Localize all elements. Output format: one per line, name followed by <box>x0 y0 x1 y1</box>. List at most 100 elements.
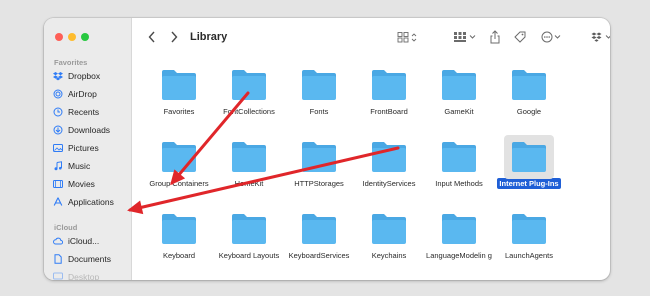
folder-icon <box>300 68 338 102</box>
airdrop-icon <box>53 89 63 99</box>
tag-button[interactable] <box>513 30 527 44</box>
folder-icon <box>370 68 408 102</box>
sidebar-item-recents[interactable]: Recents <box>53 105 99 119</box>
sidebar-item-label: iCloud... <box>68 236 100 246</box>
folder-item[interactable]: Google <box>494 68 564 117</box>
sidebar-item-music[interactable]: Music <box>53 159 90 173</box>
folder-label: Keychains <box>352 251 426 261</box>
folder-label: Input Methods <box>422 179 496 189</box>
group-button[interactable] <box>453 30 479 44</box>
more-button[interactable] <box>541 30 563 44</box>
folder-label: IdentityServices <box>352 179 426 189</box>
folder-item[interactable]: Fonts <box>284 68 354 117</box>
sidebar-item-label: Movies <box>68 179 95 189</box>
folder-label-text: LaunchAgents <box>505 251 553 260</box>
sidebar-section-favorites: Favorites <box>54 58 88 67</box>
folder-icon <box>230 140 268 174</box>
folder-label: HomeKit <box>212 179 286 189</box>
dropbox-toolbar-button[interactable] <box>591 30 610 44</box>
folder-icon <box>504 135 554 179</box>
more-icon <box>541 31 561 43</box>
folder-label-text: Favorites <box>163 107 195 116</box>
photo-icon <box>53 143 63 153</box>
music-note-icon <box>53 161 63 171</box>
folder-item[interactable]: Keyboard <box>144 212 214 261</box>
folder-label: Google <box>492 107 566 117</box>
folder-item[interactable]: Keyboard Layouts <box>214 212 284 261</box>
folder-icon <box>440 68 478 102</box>
folder-item[interactable]: Favorites <box>144 68 214 117</box>
folder-item[interactable]: HomeKit <box>214 140 284 189</box>
folder-icon <box>230 212 268 246</box>
folder-label-text: GameKit <box>444 107 474 116</box>
sidebar-item-airdrop[interactable]: AirDrop <box>53 87 97 101</box>
view-mode-button[interactable] <box>397 30 419 44</box>
sidebar-item-label: Dropbox <box>68 71 101 81</box>
folder-label-text: Keyboard Layouts <box>218 251 280 260</box>
folder-label-text: Keychains <box>371 251 407 260</box>
folder-label-text: LanguageModelin g <box>426 251 492 260</box>
folder-item[interactable]: HTTPStorages <box>284 140 354 189</box>
desktop-icon <box>53 272 63 280</box>
group-icon <box>454 32 476 42</box>
folder-label-text: FrontBoard <box>370 107 408 116</box>
folder-label: GameKit <box>422 107 496 117</box>
download-icon <box>53 125 63 135</box>
folder-icon <box>440 212 478 246</box>
folder-label-text: IdentityServices <box>362 179 416 188</box>
minimize-button[interactable] <box>68 33 76 41</box>
folder-label: KeyboardServices <box>282 251 356 261</box>
folder-icon <box>370 212 408 246</box>
sidebar-item-pictures[interactable]: Pictures <box>53 141 99 155</box>
close-button[interactable] <box>55 33 63 41</box>
folder-icon <box>230 68 268 102</box>
folder-label: Group Containers <box>142 179 216 189</box>
sidebar-item-label: Documents <box>68 254 111 264</box>
sidebar-item-icloud-drive[interactable]: iCloud... <box>53 234 99 248</box>
clock-icon <box>53 107 63 117</box>
folder-label: FrontBoard <box>352 107 426 117</box>
document-icon <box>53 254 63 264</box>
folder-icon <box>160 68 198 102</box>
chevron-left-icon <box>148 31 155 43</box>
folder-item[interactable]: Keychains <box>354 212 424 261</box>
forward-button[interactable] <box>168 30 180 44</box>
folder-item[interactable]: KeyboardServices <box>284 212 354 261</box>
folder-item[interactable]: FontCollections <box>214 68 284 117</box>
back-button[interactable] <box>146 30 158 44</box>
folder-item[interactable]: Internet Plug-Ins <box>492 135 566 189</box>
folder-icon <box>440 140 478 174</box>
folder-item[interactable]: LanguageModelin g <box>424 212 494 261</box>
sidebar-item-documents[interactable]: Documents <box>53 252 111 266</box>
folder-item[interactable]: Input Methods <box>424 140 494 189</box>
sidebar-item-label: Desktop <box>68 272 100 280</box>
cloud-icon <box>53 236 63 246</box>
folder-label-text: Group Containers <box>149 179 209 188</box>
share-button[interactable] <box>489 30 501 44</box>
folder-label-text: Internet Plug-Ins <box>497 178 561 189</box>
folder-label: Fonts <box>282 107 356 117</box>
share-icon <box>490 30 500 44</box>
folder-icon <box>160 212 198 246</box>
folder-label-text: Input Methods <box>435 179 483 188</box>
sidebar-item-applications[interactable]: Applications <box>53 195 114 209</box>
sidebar-item-label: Music <box>68 161 91 171</box>
sidebar-item-label: Recents <box>68 107 100 117</box>
folder-label: LanguageModelin g <box>422 251 496 261</box>
zoom-button[interactable] <box>81 33 89 41</box>
folder-item[interactable]: LaunchAgents <box>494 212 564 261</box>
folder-item[interactable]: GameKit <box>424 68 494 117</box>
folder-label: Internet Plug-Ins <box>492 178 566 189</box>
sidebar-item-dropbox[interactable]: Dropbox <box>53 69 100 83</box>
finder-window: Favorites Dropbox AirDrop Recents Downlo… <box>44 18 610 280</box>
folder-item[interactable]: FrontBoard <box>354 68 424 117</box>
folder-label: Keyboard <box>142 251 216 261</box>
folder-item[interactable]: Group Containers <box>144 140 214 189</box>
folder-icon <box>300 212 338 246</box>
folder-grid: Favorites FontCollections Fonts FrontBoard G… <box>132 58 610 280</box>
sidebar-item-movies[interactable]: Movies <box>53 177 95 191</box>
sidebar-item-desktop[interactable]: Desktop <box>53 270 99 280</box>
sidebar-item-downloads[interactable]: Downloads <box>53 123 110 137</box>
apps-icon <box>53 197 63 207</box>
folder-item[interactable]: IdentityServices <box>354 140 424 189</box>
